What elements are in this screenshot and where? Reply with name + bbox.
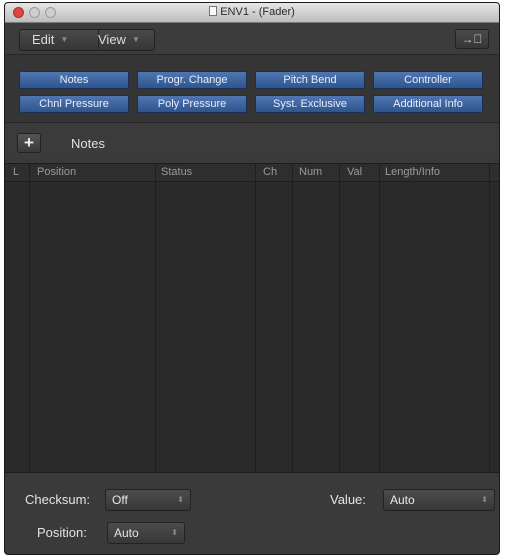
position-select-value: Auto [114, 526, 139, 540]
add-event-button[interactable]: + [17, 133, 41, 153]
track-header: + Notes [5, 125, 499, 159]
window-title-wrap: ENV1 - (Fader) [5, 6, 499, 18]
column-divider [292, 164, 293, 472]
chevron-down-icon: ▼ [60, 35, 69, 44]
column-divider [29, 164, 30, 472]
column-header-number[interactable]: Num [299, 166, 322, 178]
filter-controller-button[interactable]: Controller [373, 71, 483, 89]
stepper-icon: ⬍ [481, 495, 488, 504]
column-divider [379, 164, 380, 472]
filter-system-exclusive-button[interactable]: Syst. Exclusive [255, 95, 365, 113]
list-header: L Position Status Ch Num Val Length/Info [5, 164, 499, 182]
column-header-status[interactable]: Status [161, 166, 192, 178]
link-button[interactable]: →⃝ [455, 29, 489, 49]
document-icon [209, 6, 218, 16]
link-icon: →⃝ [461, 32, 483, 46]
column-divider [255, 164, 256, 472]
filter-poly-pressure-button[interactable]: Poly Pressure [137, 95, 247, 113]
column-header-l[interactable]: L [13, 166, 19, 178]
menu-group: Edit ▼ View ▼ [19, 29, 155, 51]
filter-program-change-button[interactable]: Progr. Change [137, 71, 247, 89]
column-header-length-info[interactable]: Length/Info [385, 166, 440, 178]
checksum-value: Off [112, 493, 128, 507]
filter-additional-info-button[interactable]: Additional Info [373, 95, 483, 113]
event-list-window: ENV1 - (Fader) Edit ▼ View ▼ →⃝ Notes Prog… [4, 2, 500, 555]
view-menu-button[interactable]: View ▼ [86, 30, 166, 50]
position-label: Position: [37, 525, 87, 540]
window-title: ENV1 - (Fader) [220, 6, 295, 18]
value-label: Value: [330, 492, 366, 507]
value-select-value: Auto [390, 493, 415, 507]
checksum-label: Checksum: [25, 492, 91, 507]
column-header-value[interactable]: Val [347, 166, 362, 178]
filter-pitch-bend-button[interactable]: Pitch Bend [255, 71, 365, 89]
chevron-down-icon: ▼ [131, 35, 140, 44]
filter-notes-button[interactable]: Notes [19, 71, 129, 89]
column-divider [155, 164, 156, 472]
column-divider [489, 164, 490, 472]
filter-channel-pressure-button[interactable]: Chnl Pressure [19, 95, 129, 113]
checksum-select[interactable]: Off ⬍ [105, 489, 191, 511]
value-select[interactable]: Auto ⬍ [383, 489, 495, 511]
view-menu-label: View [98, 32, 126, 47]
stepper-icon: ⬍ [177, 495, 184, 504]
edit-menu-label: Edit [32, 32, 55, 47]
event-list[interactable]: L Position Status Ch Num Val Length/Info [5, 163, 499, 473]
stepper-icon: ⬍ [171, 528, 178, 537]
parameters-panel: Checksum: Off ⬍ Value: Auto ⬍ Position: … [5, 473, 499, 554]
column-divider [339, 164, 340, 472]
column-header-position[interactable]: Position [37, 166, 76, 178]
event-type-filter-bar: Notes Progr. Change Pitch Bend Controlle… [5, 55, 499, 123]
position-select[interactable]: Auto ⬍ [107, 522, 185, 544]
track-label: Notes [71, 136, 105, 151]
column-header-channel[interactable]: Ch [263, 166, 277, 178]
toolbar: Edit ▼ View ▼ →⃝ [5, 23, 499, 55]
title-bar: ENV1 - (Fader) [5, 3, 499, 23]
